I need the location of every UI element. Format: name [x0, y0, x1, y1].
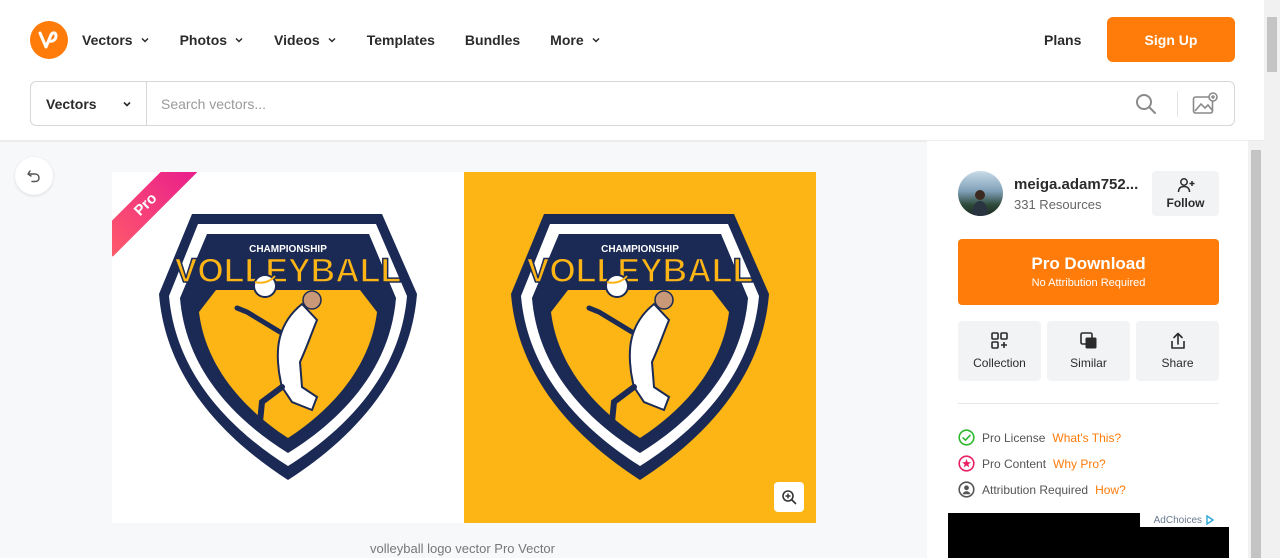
nav-label: Templates [366, 32, 435, 48]
search-bar: Vectors [30, 81, 1235, 126]
add-user-icon [1177, 178, 1194, 193]
search-divider [1177, 90, 1178, 117]
preview-area: Pro CHAMPIONSHIP VOLLEYBALL CHAMPIONSHIP… [0, 141, 927, 558]
chevron-down-icon [592, 37, 600, 43]
chevron-down-icon [123, 101, 131, 107]
image-preview[interactable]: Pro CHAMPIONSHIP VOLLEYBALL CHAMPIONSHIP… [112, 172, 816, 523]
volleyball-logo-image: CHAMPIONSHIP VOLLEYBALL [159, 214, 417, 480]
logo-main-text: VOLLEYBALL [527, 252, 754, 290]
page-scrollbar[interactable] [1264, 0, 1280, 558]
nav-videos[interactable]: Videos [274, 32, 337, 48]
nav-vectors[interactable]: Vectors [82, 32, 150, 48]
share-icon [1170, 332, 1185, 349]
collection-label: Collection [973, 356, 1026, 370]
license-text: Pro License [982, 430, 1046, 445]
how-link[interactable]: How? [1095, 483, 1126, 497]
resource-sidebar: meiga.adam752... 331 Resources Follow Pr… [928, 141, 1248, 558]
author-resources: 331 Resources [1014, 197, 1102, 212]
sidebar-scrollbar-thumb[interactable] [1251, 150, 1261, 558]
whats-this-link[interactable]: What's This? [1052, 431, 1121, 445]
main-nav: Vectors Photos Videos Templates Bundles … [82, 0, 631, 80]
nav-label: Photos [179, 32, 228, 48]
license-row-pro-content: Pro Content Why Pro? [958, 455, 1106, 472]
license-row-pro-license: Pro License What's This? [958, 429, 1121, 446]
avatar-image [972, 190, 988, 216]
license-text: Pro Content [982, 456, 1047, 471]
search-icon[interactable] [1135, 93, 1157, 115]
sidebar-scrollbar[interactable] [1248, 141, 1264, 558]
similar-icon [1079, 332, 1096, 349]
pro-download-sublabel: No Attribution Required [1031, 277, 1146, 289]
volleyball-logo-image: CHAMPIONSHIP VOLLEYBALL [511, 214, 769, 480]
chevron-down-icon [328, 37, 336, 43]
back-button[interactable] [15, 157, 53, 195]
nav-label: More [550, 32, 584, 48]
follow-button[interactable]: Follow [1152, 171, 1219, 216]
search-input[interactable] [147, 82, 1135, 125]
license-row-attribution: Attribution Required How? [958, 481, 1126, 498]
image-search-icon[interactable] [1192, 91, 1218, 116]
page-scrollbar-thumb[interactable] [1267, 17, 1277, 72]
top-bar: Vectors Photos Videos Templates Bundles … [0, 0, 1264, 80]
logo-main-text: VOLLEYBALL [175, 252, 402, 290]
sidebar-divider [958, 403, 1219, 404]
advertisement[interactable]: AdChoices [948, 513, 1229, 558]
nav-label: Bundles [464, 32, 521, 48]
pro-download-button[interactable]: Pro Download No Attribution Required [958, 239, 1219, 305]
pro-download-label: Pro Download [1031, 254, 1146, 273]
search-type-select[interactable]: Vectors [31, 82, 147, 125]
follow-label: Follow [1166, 196, 1205, 210]
avatar[interactable] [958, 171, 1003, 216]
nav-bundles[interactable]: Bundles [465, 32, 520, 48]
zoom-in-icon [782, 490, 797, 505]
nav-label: Videos [274, 32, 320, 48]
plans-link[interactable]: Plans [1044, 32, 1081, 48]
zoom-button[interactable] [774, 482, 804, 512]
chevron-down-icon [141, 37, 149, 43]
undo-arrow-icon [27, 170, 40, 183]
author-name[interactable]: meiga.adam752... [1014, 176, 1138, 193]
vecteezy-logo-icon[interactable] [30, 21, 68, 59]
chevron-down-icon [235, 37, 243, 43]
adchoices-badge[interactable]: AdChoices [1139, 513, 1229, 527]
adchoices-label: AdChoices [1153, 514, 1202, 526]
share-button[interactable]: Share [1136, 321, 1219, 381]
action-buttons: Collection Similar Share [958, 321, 1219, 381]
nav-more[interactable]: More [550, 32, 600, 48]
search-type-label: Vectors [46, 95, 97, 112]
why-pro-link[interactable]: Why Pro? [1053, 457, 1106, 471]
check-circle-icon [958, 429, 975, 446]
license-text: Attribution Required [982, 482, 1089, 497]
preview-panel-light: Pro CHAMPIONSHIP VOLLEYBALL [112, 172, 464, 523]
nav-photos[interactable]: Photos [180, 32, 244, 48]
star-circle-icon [958, 455, 975, 472]
similar-button[interactable]: Similar [1047, 321, 1130, 381]
collection-icon [990, 332, 1008, 349]
collection-button[interactable]: Collection [958, 321, 1041, 381]
preview-panel-yellow: CHAMPIONSHIP VOLLEYBALL [464, 172, 816, 523]
image-caption: volleyball logo vector Pro Vector [370, 541, 555, 556]
user-circle-icon [958, 481, 975, 498]
nav-label: Vectors [82, 32, 133, 48]
sign-up-button[interactable]: Sign Up [1107, 17, 1235, 62]
adchoices-icon [1206, 515, 1215, 525]
similar-label: Similar [1070, 356, 1107, 370]
share-label: Share [1161, 356, 1194, 370]
nav-templates[interactable]: Templates [367, 32, 435, 48]
